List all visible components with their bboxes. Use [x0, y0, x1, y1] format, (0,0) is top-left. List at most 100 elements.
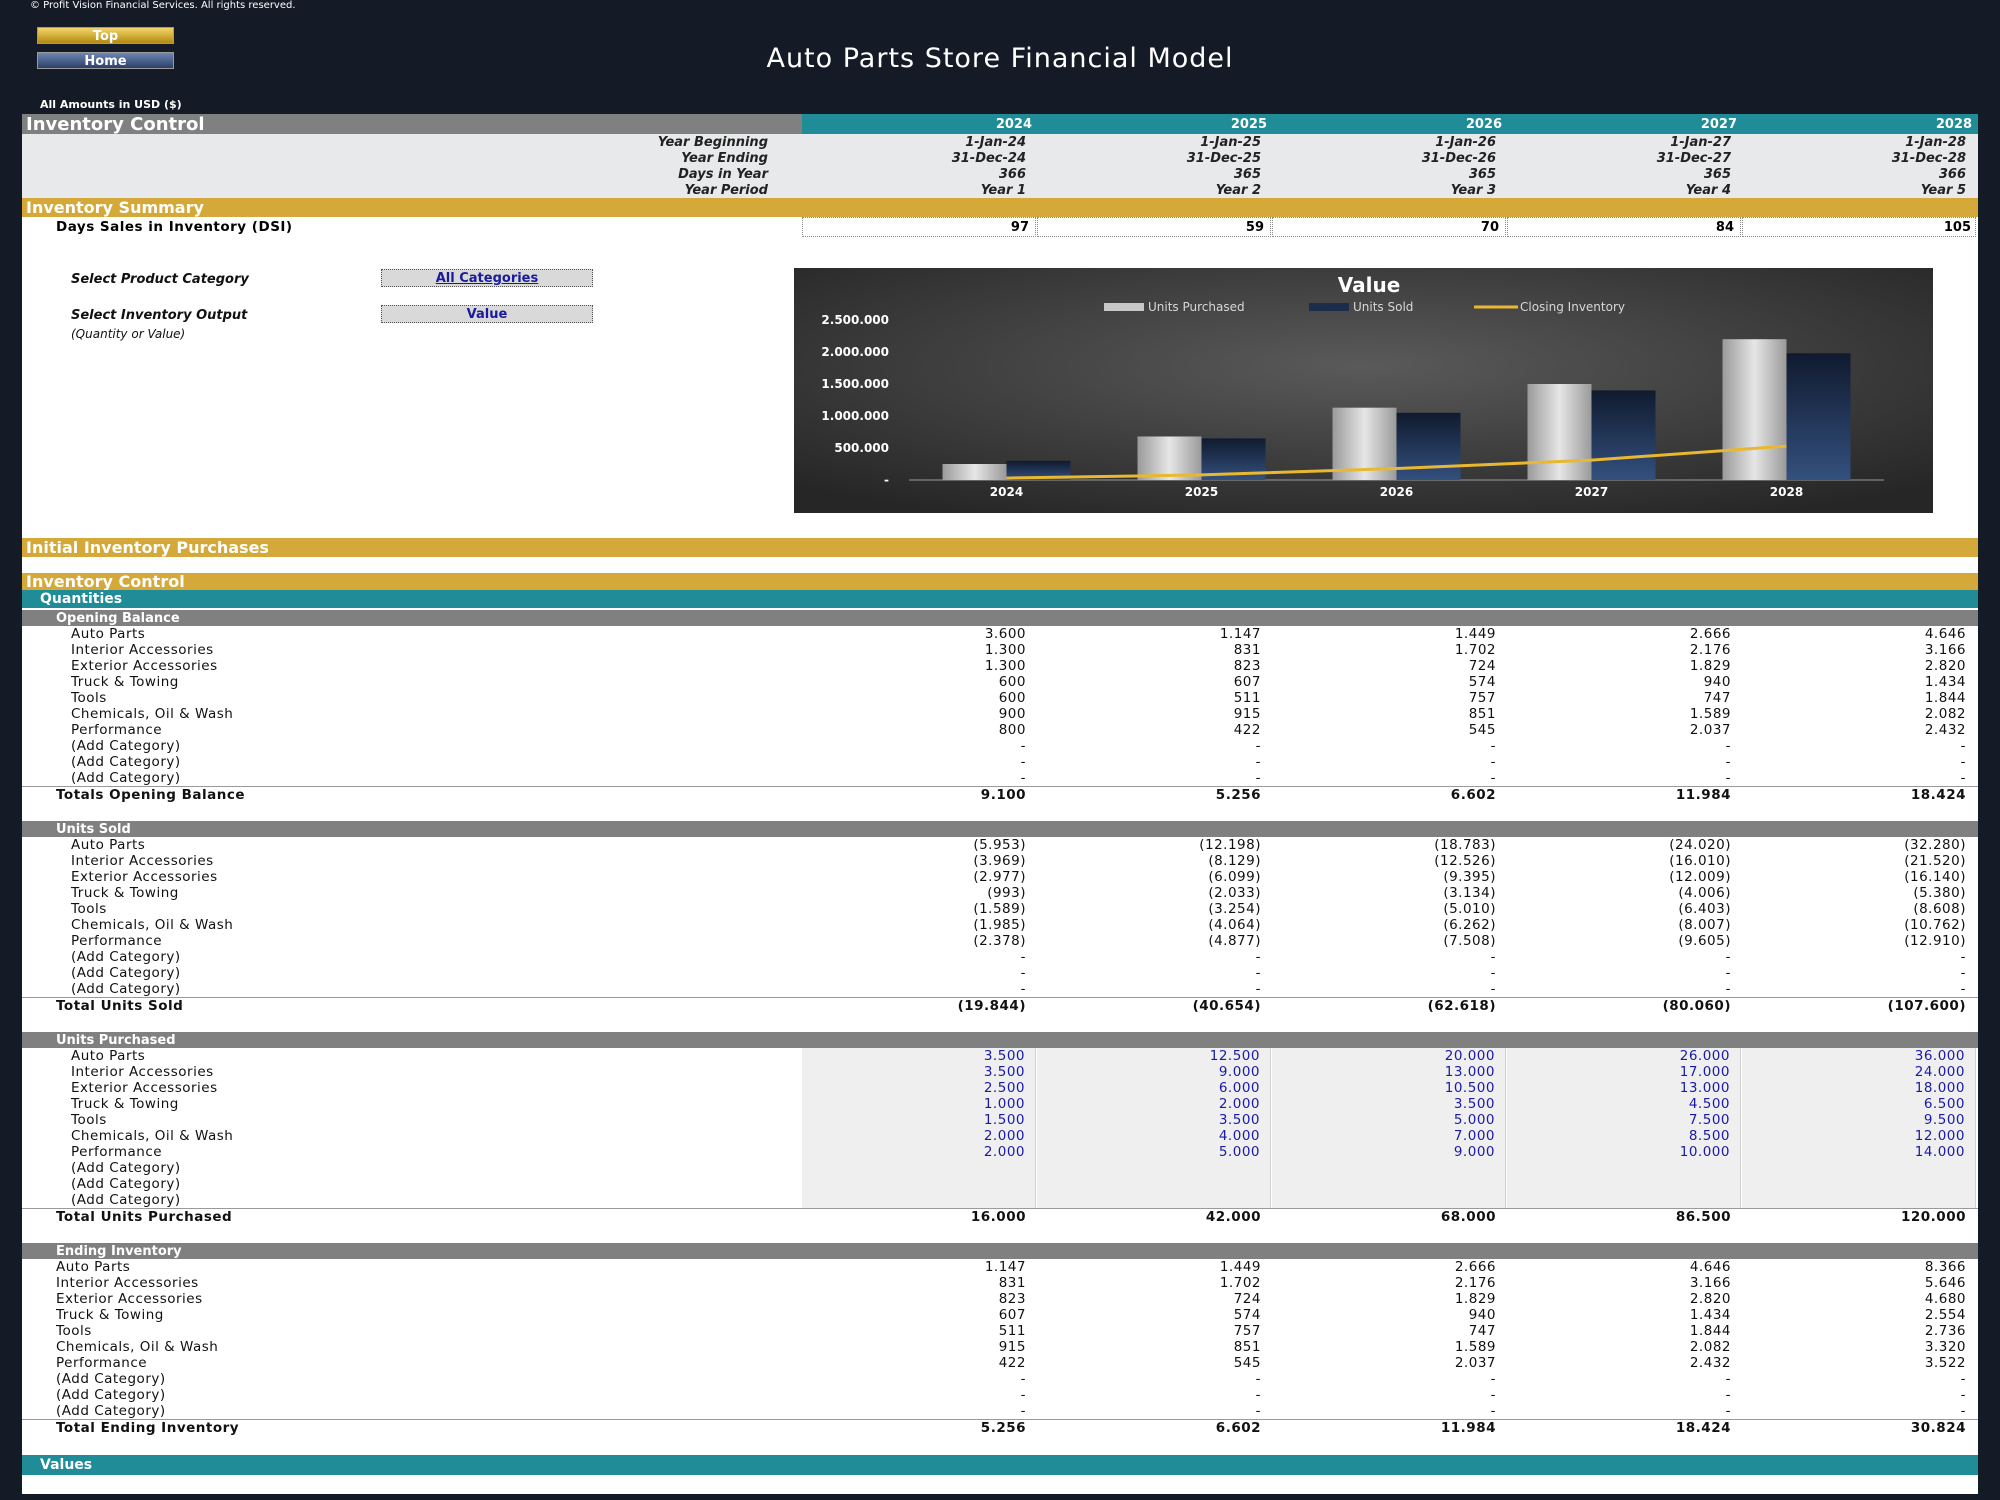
row-value: - — [1020, 770, 1026, 786]
row-value: - — [1020, 981, 1026, 997]
row-value: - — [1960, 770, 1966, 786]
row-value[interactable]: 4.000 — [1037, 1128, 1271, 1144]
row-label: Exterior Accessories — [56, 1291, 203, 1307]
row-value[interactable]: 3.500 — [1037, 1112, 1271, 1128]
row-value[interactable] — [802, 1160, 1036, 1176]
row-value[interactable]: 12.500 — [1037, 1048, 1271, 1064]
row-value[interactable]: 9.000 — [1272, 1144, 1506, 1160]
row-value: 940 — [1703, 674, 1731, 690]
row-value[interactable]: 1.000 — [802, 1096, 1036, 1112]
row-value: 1.829 — [1689, 658, 1731, 674]
row-value[interactable] — [1742, 1192, 1976, 1208]
row-value[interactable] — [1507, 1176, 1741, 1192]
select-output-note: (Quantity or Value) — [71, 327, 186, 341]
row-value[interactable]: 10.000 — [1507, 1144, 1741, 1160]
y-tick-label: 2.500.000 — [821, 313, 889, 327]
row-label: (Add Category) — [71, 1192, 181, 1208]
inventory-value-chart: Value Units Purchased Units Sold Closing In… — [794, 268, 1933, 513]
top-button[interactable]: Top — [37, 27, 174, 44]
row-value[interactable]: 3.500 — [1272, 1096, 1506, 1112]
row-value: 757 — [1233, 1323, 1261, 1339]
row-value[interactable] — [1507, 1192, 1741, 1208]
row-value[interactable] — [1272, 1160, 1506, 1176]
row-label: Exterior Accessories — [71, 869, 218, 885]
row-value[interactable]: 3.500 — [802, 1048, 1036, 1064]
row-value[interactable]: 7.500 — [1507, 1112, 1741, 1128]
row-value[interactable] — [802, 1176, 1036, 1192]
select-output-dropdown[interactable]: Value — [381, 305, 593, 323]
row-value[interactable]: 24.000 — [1742, 1064, 1976, 1080]
row-value[interactable]: 13.000 — [1272, 1064, 1506, 1080]
row-value: 3.600 — [984, 626, 1026, 642]
row-value[interactable]: 4.500 — [1507, 1096, 1741, 1112]
row-value[interactable]: 3.500 — [802, 1064, 1036, 1080]
row-value[interactable] — [1272, 1192, 1506, 1208]
row-value[interactable] — [1037, 1176, 1271, 1192]
info-row-value: Year 2 — [1215, 182, 1261, 198]
row-value: 8.366 — [1924, 1259, 1966, 1275]
row-value[interactable] — [1507, 1160, 1741, 1176]
row-value[interactable]: 2.500 — [802, 1080, 1036, 1096]
row-value[interactable] — [802, 1192, 1036, 1208]
row-value: 5.646 — [1924, 1275, 1966, 1291]
row-value[interactable] — [1272, 1176, 1506, 1192]
row-label: Truck & Towing — [71, 885, 179, 901]
info-row: Year Period Year 1 Year 2 Year 3 Year 4 Year … — [22, 182, 1978, 198]
row-value[interactable]: 1.500 — [802, 1112, 1036, 1128]
quantities-title: Quantities — [40, 591, 123, 607]
y-tick-label: 1.000.000 — [821, 409, 889, 423]
row-value[interactable]: 2.000 — [1037, 1096, 1271, 1112]
row-value: 1.300 — [984, 658, 1026, 674]
row-value[interactable]: 6.000 — [1037, 1080, 1271, 1096]
row-value[interactable]: 7.000 — [1272, 1128, 1506, 1144]
table-row: (Add Category) - - - - - — [22, 770, 1978, 786]
row-value: 574 — [1468, 674, 1496, 690]
row-value[interactable]: 8.500 — [1507, 1128, 1741, 1144]
quantities-header: Quantities — [22, 590, 1978, 608]
row-label: (Add Category) — [71, 770, 181, 786]
row-value: (6.262) — [1443, 917, 1496, 933]
total-value: (62.618) — [1427, 998, 1496, 1014]
row-value[interactable] — [1037, 1192, 1271, 1208]
dsi-2024: 97 — [802, 217, 1036, 237]
row-value[interactable]: 17.000 — [1507, 1064, 1741, 1080]
row-value[interactable]: 13.000 — [1507, 1080, 1741, 1096]
row-value: 2.176 — [1454, 1275, 1496, 1291]
row-value: 3.166 — [1924, 642, 1966, 658]
row-value[interactable]: 5.000 — [1037, 1144, 1271, 1160]
year-2024: 2024 — [995, 116, 1032, 132]
row-value: 3.166 — [1689, 1275, 1731, 1291]
row-value[interactable]: 2.000 — [802, 1144, 1036, 1160]
row-value: (1.589) — [973, 901, 1026, 917]
table-row: Exterior Accessories 2.500 6.000 10.500 13.0… — [22, 1080, 1978, 1096]
row-value[interactable] — [1037, 1160, 1271, 1176]
row-value[interactable]: 26.000 — [1507, 1048, 1741, 1064]
row-value[interactable]: 9.500 — [1742, 1112, 1976, 1128]
row-value[interactable]: 14.000 — [1742, 1144, 1976, 1160]
row-value: (8.129) — [1208, 853, 1261, 869]
select-category-dropdown[interactable]: All Categories — [381, 269, 593, 287]
row-label: Chemicals, Oil & Wash — [71, 1128, 234, 1144]
row-value[interactable]: 9.000 — [1037, 1064, 1271, 1080]
row-value[interactable] — [1742, 1160, 1976, 1176]
row-value[interactable]: 6.500 — [1742, 1096, 1976, 1112]
chart-title: Value — [1338, 273, 1401, 297]
row-value[interactable]: 20.000 — [1272, 1048, 1506, 1064]
row-value[interactable]: 18.000 — [1742, 1080, 1976, 1096]
row-value: 800 — [998, 722, 1026, 738]
row-value[interactable]: 5.000 — [1272, 1112, 1506, 1128]
total-value: (19.844) — [957, 998, 1026, 1014]
row-value: - — [1725, 965, 1731, 981]
row-value[interactable]: 2.000 — [802, 1128, 1036, 1144]
row-value[interactable]: 36.000 — [1742, 1048, 1976, 1064]
total-value: 6.602 — [1450, 787, 1496, 803]
total-value: 30.824 — [1910, 1420, 1966, 1436]
row-value[interactable]: 10.500 — [1272, 1080, 1506, 1096]
row-value: 1.434 — [1924, 674, 1966, 690]
table-row: Tools 511 757 747 1.844 2.736 — [22, 1323, 1978, 1339]
row-value: - — [1490, 965, 1496, 981]
row-value[interactable]: 12.000 — [1742, 1128, 1976, 1144]
row-value[interactable] — [1742, 1176, 1976, 1192]
bar-units-sold — [1591, 390, 1656, 480]
row-value: 724 — [1468, 658, 1496, 674]
